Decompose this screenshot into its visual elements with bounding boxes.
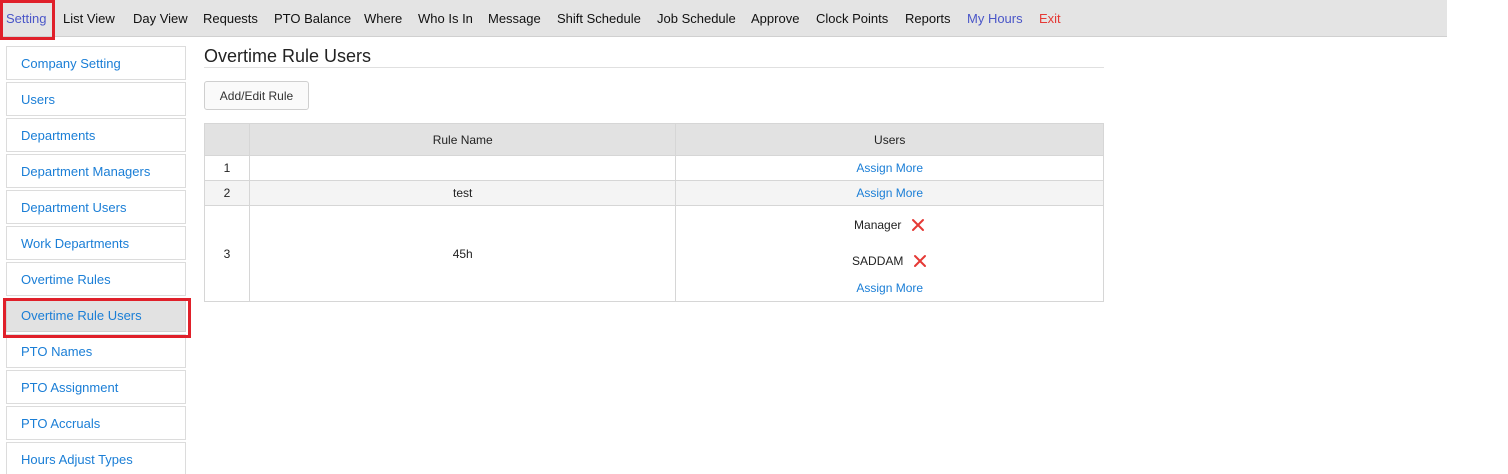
nav-message[interactable]: Message	[488, 0, 541, 37]
row-index: 3	[204, 205, 250, 302]
sidebar-item-departments[interactable]: Departments	[6, 118, 186, 152]
sidebar-item-pto-accruals[interactable]: PTO Accruals	[6, 406, 186, 440]
close-icon[interactable]	[913, 254, 927, 268]
sidebar-item-hours-adjust-types[interactable]: Hours Adjust Types	[6, 442, 186, 474]
header-rule-name: Rule Name	[248, 123, 677, 156]
row-index: 1	[204, 155, 250, 181]
top-nav: Setting List View Day View Requests PTO …	[0, 0, 1447, 37]
table-row: 1 Assign More	[204, 155, 1104, 181]
sidebar-item-pto-names[interactable]: PTO Names	[6, 334, 186, 368]
nav-shift-schedule[interactable]: Shift Schedule	[557, 0, 641, 37]
users-cell: Assign More	[675, 180, 1104, 206]
title-divider	[204, 67, 1104, 68]
nav-list-view[interactable]: List View	[63, 0, 115, 37]
add-edit-rule-button[interactable]: Add/Edit Rule	[204, 81, 309, 110]
sidebar-item-overtime-rules[interactable]: Overtime Rules	[6, 262, 186, 296]
nav-exit[interactable]: Exit	[1039, 0, 1061, 37]
row-index: 2	[204, 180, 250, 206]
close-icon[interactable]	[911, 218, 925, 232]
assign-more-link[interactable]: Assign More	[856, 186, 923, 200]
sidebar-item-users[interactable]: Users	[6, 82, 186, 116]
nav-reports[interactable]: Reports	[905, 0, 951, 37]
assign-more-link[interactable]: Assign More	[856, 161, 923, 175]
active-sidebar-highlight	[3, 298, 191, 338]
nav-who-is-in[interactable]: Who Is In	[418, 0, 473, 37]
table-header-row: Rule Name Users	[204, 123, 1104, 156]
assigned-user: Manager	[676, 207, 1103, 243]
rule-name-cell: test	[248, 180, 677, 206]
table-row: 3 45h Manager SADDAM Assign More	[204, 205, 1104, 302]
nav-my-hours[interactable]: My Hours	[967, 0, 1023, 37]
nav-approve[interactable]: Approve	[751, 0, 799, 37]
page-title: Overtime Rule Users	[204, 46, 372, 66]
sidebar-item-work-departments[interactable]: Work Departments	[6, 226, 186, 260]
table-row: 2 test Assign More	[204, 180, 1104, 206]
nav-day-view[interactable]: Day View	[133, 0, 188, 37]
nav-where[interactable]: Where	[364, 0, 402, 37]
sidebar-item-department-managers[interactable]: Department Managers	[6, 154, 186, 188]
assigned-user: SADDAM	[676, 243, 1103, 279]
user-name: Manager	[854, 218, 902, 233]
sidebar-item-company-setting[interactable]: Company Setting	[6, 46, 186, 80]
sidebar-item-department-users[interactable]: Department Users	[6, 190, 186, 224]
header-users: Users	[675, 123, 1104, 156]
assign-more-wrap: Assign More	[676, 279, 1103, 301]
user-name: SADDAM	[852, 254, 904, 269]
assign-more-link[interactable]: Assign More	[856, 281, 923, 295]
active-nav-highlight	[0, 0, 55, 40]
users-cell: Manager SADDAM Assign More	[675, 205, 1104, 302]
rule-name-cell: 45h	[248, 205, 677, 302]
users-cell: Assign More	[675, 155, 1104, 181]
nav-clock-points[interactable]: Clock Points	[816, 0, 888, 37]
header-index	[204, 123, 250, 156]
nav-requests[interactable]: Requests	[203, 0, 258, 37]
right-margin	[1447, 0, 1508, 474]
rule-name-cell	[248, 155, 677, 181]
sidebar-item-pto-assignment[interactable]: PTO Assignment	[6, 370, 186, 404]
nav-pto-balance[interactable]: PTO Balance	[274, 0, 351, 37]
overtime-rule-users-table: Rule Name Users 1 Assign More 2 test Ass…	[204, 123, 1104, 302]
nav-job-schedule[interactable]: Job Schedule	[657, 0, 736, 37]
